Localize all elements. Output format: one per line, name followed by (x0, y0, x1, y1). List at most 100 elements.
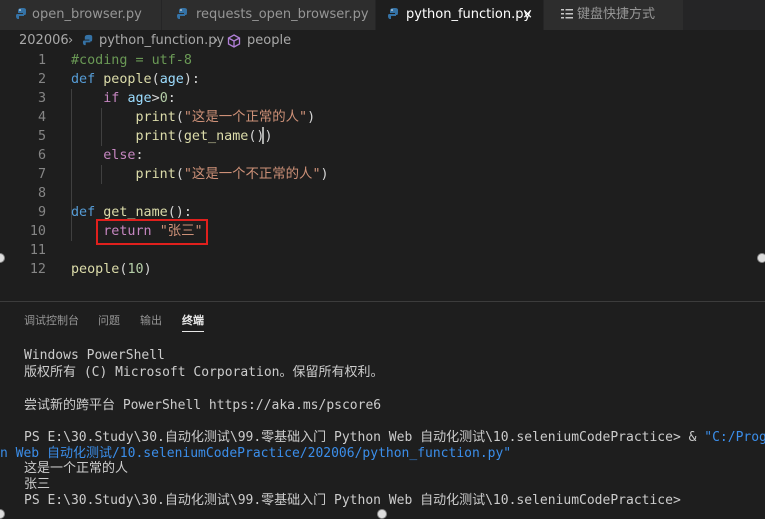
code-token: "这是一个正常的人" (183, 110, 308, 125)
panel-divider (0, 301, 765, 302)
python-file-icon (177, 8, 187, 19)
code-text: #coding = utf-8 (71, 51, 192, 70)
code-line[interactable]: 5 print(get_name()) (0, 127, 765, 146)
code-token: if (103, 91, 128, 106)
cube-symbol-icon (227, 34, 241, 48)
tab-label: python_function.py (406, 7, 532, 22)
code-token: else (103, 148, 136, 163)
line-number: 4 (37, 110, 46, 125)
terminal-line: 张三 (24, 477, 51, 492)
code-text: print("这是一个正常的人") (71, 108, 316, 127)
code-line[interactable]: 12 people(10) (0, 260, 765, 279)
python-file-icon (82, 34, 93, 46)
tab-python-function[interactable]: python_function.py × (376, 0, 544, 30)
code-token: def (71, 205, 104, 220)
code-text: if age>0: (71, 89, 176, 108)
code-token: #coding = utf-8 (71, 53, 192, 68)
text-cursor (262, 127, 264, 144)
code-token: ( (175, 167, 184, 182)
terminal-line: Windows PowerShell (24, 348, 165, 363)
code-token: : (167, 91, 176, 106)
code-token: 0 (159, 91, 168, 106)
line-number: 8 (37, 186, 46, 201)
tab-keyboard-shortcuts[interactable]: 键盘快捷方式 (544, 0, 684, 30)
breadcrumb-separator: › (68, 33, 74, 48)
code-token: : (135, 148, 144, 163)
code-line[interactable]: 7 print("这是一个不正常的人") (0, 165, 765, 184)
code-token: 10 (127, 262, 144, 277)
line-number: 7 (37, 167, 46, 182)
resize-handle[interactable] (757, 253, 765, 263)
terminal-line: PS E:\30.Study\30.自动化测试\99.零基础入门 Python … (24, 430, 765, 446)
tab-output[interactable]: 输出 (140, 312, 162, 328)
code-token: print (135, 167, 176, 182)
tab-label: open_browser.py (32, 7, 142, 22)
terminal-line: 这是一个正常的人 (24, 461, 129, 476)
panel-tabs: 调试控制台 问题 输出 终端 (0, 312, 765, 332)
code-line[interactable]: 2 def people(age): (0, 70, 765, 89)
tab-open-browser[interactable]: open_browser.py (0, 0, 162, 30)
code-token: ) (320, 167, 329, 182)
tab-terminal[interactable]: 终端 (182, 312, 204, 332)
highlight-box (96, 219, 208, 245)
code-line[interactable]: 3 if age>0: (0, 89, 765, 108)
code-text: def people(age): (71, 70, 200, 89)
breadcrumb: 202006 › python_function.py › people (0, 30, 765, 52)
code-line[interactable]: 8 (0, 184, 765, 203)
code-line[interactable]: 6 else: (0, 146, 765, 165)
code-line[interactable]: 4 print("这是一个正常的人") (0, 108, 765, 127)
code-token: ()) (248, 129, 273, 144)
code-token: "这是一个不正常的人" (183, 167, 321, 182)
tab-debug-console[interactable]: 调试控制台 (24, 312, 79, 328)
code-token: get_name (183, 129, 249, 144)
code-token: > (151, 91, 160, 106)
code-token: ) (307, 110, 316, 125)
breadcrumb-file[interactable]: python_function.py (99, 30, 224, 52)
code-editor[interactable]: 1 #coding = utf-8 2 def people(age): 3 if ag… (0, 51, 765, 299)
code-line[interactable]: 1 #coding = utf-8 (0, 51, 765, 70)
terminal-prompt: PS E:\30.Study\30.自动化测试\99.零基础入门 Python … (24, 493, 681, 508)
breadcrumb-symbol[interactable]: people (247, 30, 291, 52)
code-token: ( (151, 72, 160, 87)
code-token: get_name (103, 205, 168, 220)
editor-tab-bar: open_browser.py requests_open_browser.py… (0, 0, 765, 30)
line-number: 6 (37, 148, 46, 163)
tab-problems[interactable]: 问题 (98, 312, 120, 328)
code-text: people(10) (71, 260, 152, 279)
terminal-line: 版权所有 (C) Microsoft Corporation。保留所有权利。 (24, 365, 384, 380)
python-file-icon (388, 8, 398, 19)
code-token: print (135, 129, 176, 144)
line-number: 11 (29, 243, 46, 258)
resize-handle[interactable] (0, 509, 5, 519)
line-number: 3 (37, 91, 46, 106)
resize-handle[interactable] (377, 509, 387, 519)
code-token: age (127, 91, 152, 106)
code-token: people (103, 72, 152, 87)
code-token: def (71, 72, 104, 87)
keyboard-shortcuts-icon (561, 9, 573, 19)
line-number: 5 (37, 129, 46, 144)
line-number: 12 (29, 262, 46, 277)
code-text: else: (71, 146, 144, 165)
terminal-prompt: PS E:\30.Study\30.自动化测试\99.零基础入门 Python … (24, 430, 705, 445)
code-token: print (135, 110, 176, 125)
tab-requests-open-browser[interactable]: requests_open_browser.py (162, 0, 376, 30)
close-icon[interactable]: × (522, 0, 533, 30)
python-file-icon (16, 8, 26, 19)
code-text: print(get_name()) (71, 127, 273, 146)
breadcrumb-separator: › (213, 33, 219, 48)
code-text: print("这是一个不正常的人") (71, 165, 329, 184)
code-token: (): (167, 205, 192, 220)
terminal-path-link[interactable]: n Web 自动化测试/10.seleniumCodePractice/2020… (0, 446, 511, 462)
code-token: age (159, 72, 184, 87)
breadcrumb-folder[interactable]: 202006 (19, 30, 69, 52)
code-token: people (71, 262, 120, 277)
line-number: 1 (37, 53, 46, 68)
tab-label: requests_open_browser.py (196, 7, 369, 22)
terminal-path-link[interactable]: "C:/Program (704, 430, 765, 445)
